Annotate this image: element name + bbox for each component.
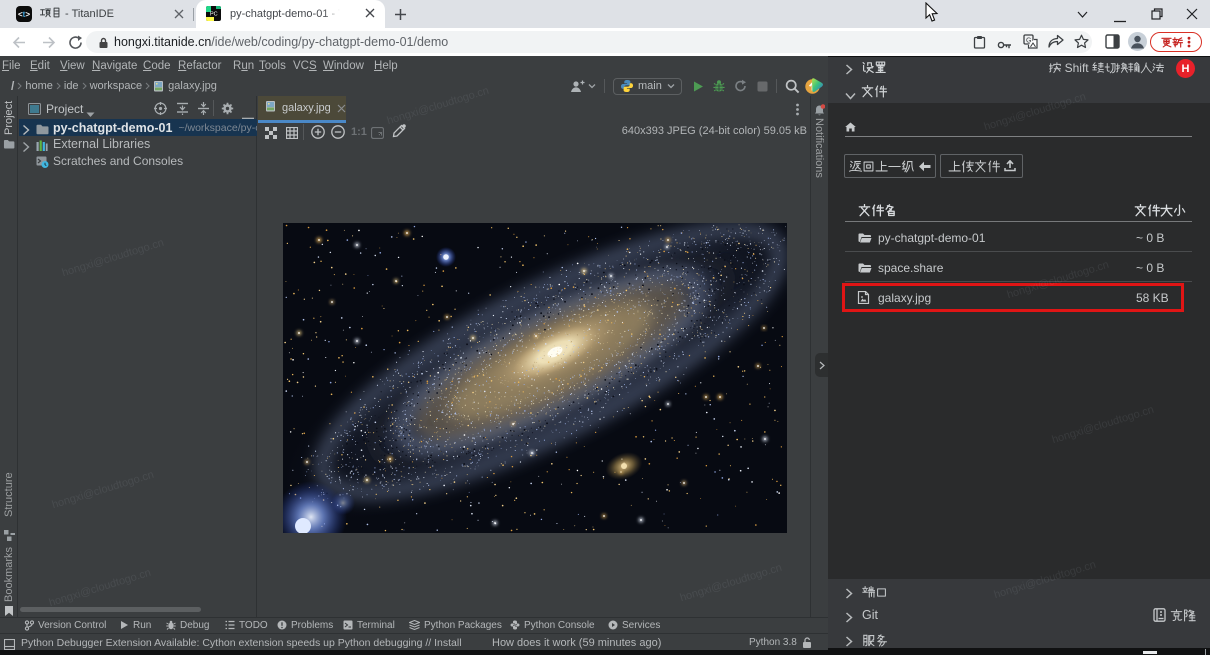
svg-text:PC: PC [210,12,218,18]
